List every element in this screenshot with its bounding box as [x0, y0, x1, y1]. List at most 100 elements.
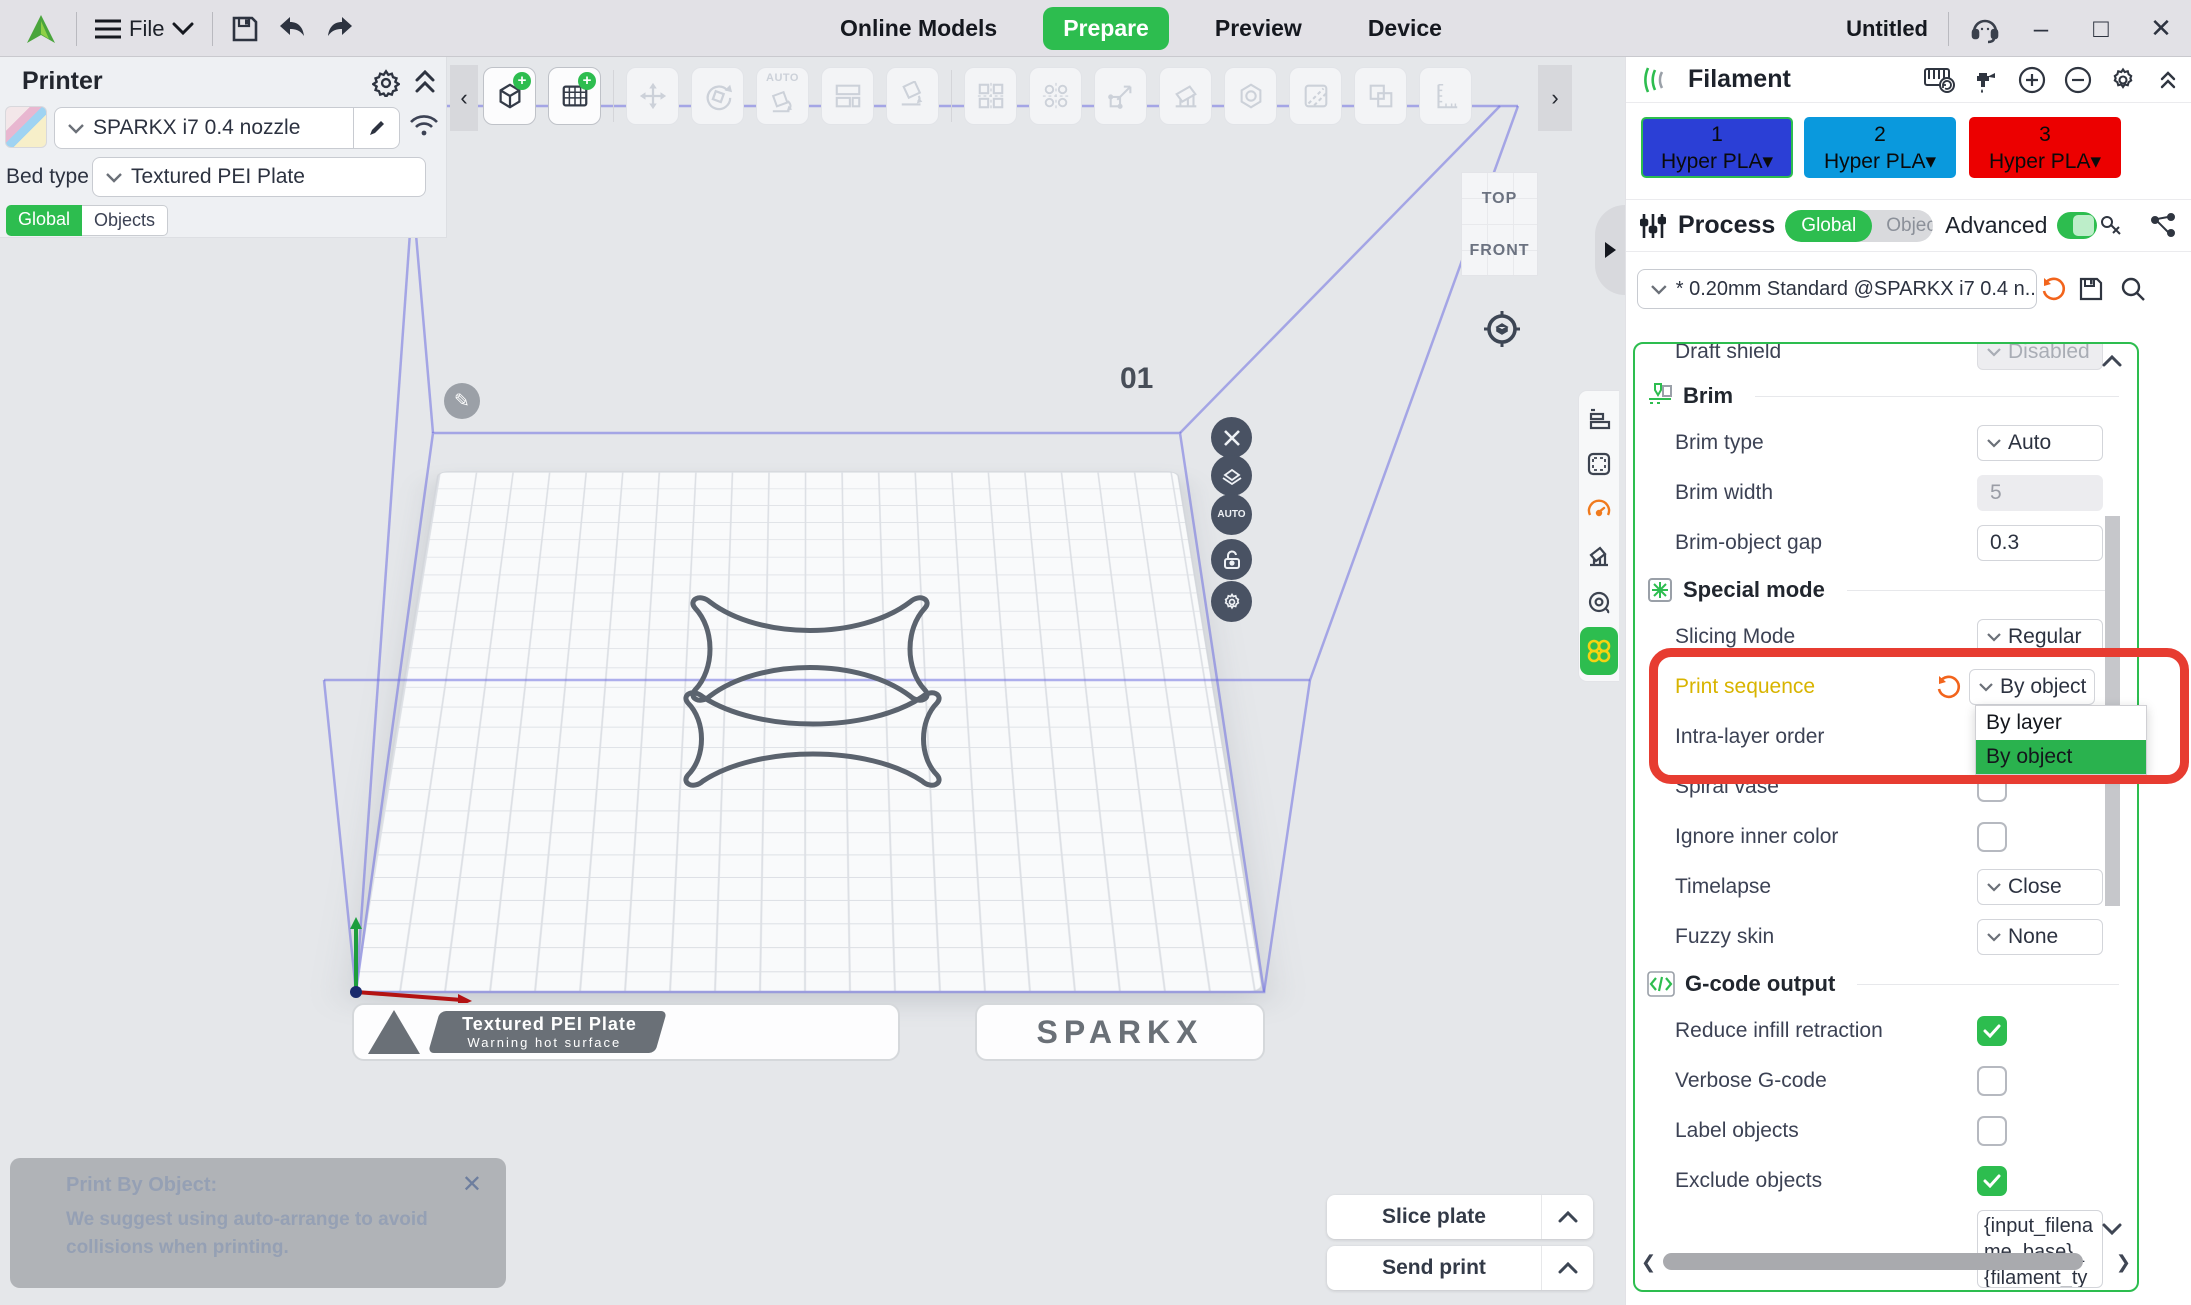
scroll-up-icon[interactable]: [2101, 354, 2123, 368]
save-button[interactable]: [231, 15, 259, 43]
label-objects-checkbox[interactable]: [1977, 1116, 2007, 1146]
title-bar: File Online Models Prepare Preview Devic…: [0, 0, 2191, 57]
tab-preview[interactable]: Preview: [1195, 7, 1322, 50]
printer-preset-select[interactable]: SPARKX i7 0.4 nozzle: [54, 107, 400, 149]
measure-tool-button: [1419, 67, 1472, 125]
scroll-down-icon[interactable]: [2101, 1222, 2123, 1236]
compare-presets-icon[interactable]: [2149, 212, 2177, 240]
build-plate[interactable]: [352, 471, 1264, 992]
tab-online-models[interactable]: Online Models: [820, 7, 1017, 50]
spiral-vase-checkbox[interactable]: [1977, 772, 2007, 802]
undo-button[interactable]: [277, 16, 307, 42]
collapse-panel-icon[interactable]: [414, 69, 436, 95]
view-cube-front-face[interactable]: FRONT: [1461, 242, 1538, 260]
plate-number-label: 01: [1120, 362, 1153, 396]
add-filament-icon[interactable]: [2017, 65, 2047, 95]
parameter-table-icon[interactable]: [2097, 212, 2125, 240]
divider: [613, 70, 614, 122]
orbit-target-icon[interactable]: [1482, 309, 1522, 349]
scroll-left-icon[interactable]: ❮: [1641, 1252, 1656, 1273]
category-quality-icon[interactable]: [1582, 397, 1616, 439]
popup-option-by-layer[interactable]: By layer: [1976, 706, 2146, 740]
tab-device[interactable]: Device: [1348, 7, 1462, 50]
reduce-infill-retraction-checkbox[interactable]: [1977, 1016, 2007, 1046]
reset-preset-icon[interactable]: [2040, 276, 2066, 302]
category-support-icon[interactable]: [1582, 535, 1616, 577]
edit-printer-icon[interactable]: [353, 108, 399, 148]
param-row-draft-shield: Draft shield Disabled: [1635, 342, 2137, 374]
printer-tab-objects[interactable]: Objects: [82, 205, 168, 236]
category-speed-icon[interactable]: [1582, 489, 1616, 531]
auto-orient-plate-button[interactable]: AUTO: [1211, 494, 1252, 535]
tab-prepare[interactable]: Prepare: [1043, 7, 1169, 50]
remove-filament-icon[interactable]: [2063, 65, 2093, 95]
filament-settings-gear-icon[interactable]: [2109, 66, 2137, 94]
view-cube[interactable]: TOP FRONT: [1461, 172, 1538, 276]
send-print-button[interactable]: Send print: [1327, 1246, 1593, 1290]
maximize-button[interactable]: □: [2081, 13, 2121, 44]
file-menu[interactable]: File: [95, 16, 194, 42]
expand-toolbar-right-handle[interactable]: ›: [1538, 65, 1572, 131]
reset-print-sequence-icon[interactable]: [1935, 674, 1961, 700]
brim-type-dropdown[interactable]: Auto: [1977, 425, 2103, 461]
verbose-gcode-checkbox[interactable]: [1977, 1066, 2007, 1096]
flush-filament-icon[interactable]: [1973, 66, 2001, 94]
lock-plate-button[interactable]: [1211, 539, 1252, 580]
timelapse-dropdown[interactable]: Close: [1977, 869, 2103, 905]
view-cube-top-face[interactable]: TOP: [1461, 190, 1538, 208]
filament-slot-2[interactable]: 2 Hyper PLA▾: [1804, 117, 1956, 178]
wifi-connection-icon[interactable]: [408, 113, 440, 139]
minimize-button[interactable]: –: [2021, 13, 2061, 44]
collapse-filament-icon[interactable]: [2159, 70, 2177, 90]
slice-plate-button[interactable]: Slice plate: [1327, 1195, 1593, 1239]
send-options-chevron-icon[interactable]: [1541, 1246, 1593, 1290]
delete-plate-button[interactable]: [1211, 417, 1252, 458]
popup-option-by-object[interactable]: By object: [1976, 740, 2146, 774]
save-preset-icon[interactable]: [2078, 276, 2104, 302]
print-sequence-dropdown[interactable]: By object: [1969, 669, 2095, 705]
ignore-inner-color-checkbox[interactable]: [1977, 822, 2007, 852]
slice-options-chevron-icon[interactable]: [1541, 1195, 1593, 1239]
param-row-brim-width: Brim width 5: [1635, 468, 2137, 518]
support-headset-icon[interactable]: [1969, 13, 2001, 45]
filament-slot-3[interactable]: 3 Hyper PLA▾: [1969, 117, 2121, 178]
add-plate-button[interactable]: +: [548, 67, 601, 125]
filename-format-input[interactable]: {input_filename_base}_{filament_typ: [1977, 1210, 2103, 1288]
brim-object-gap-input[interactable]: 0.3: [1977, 525, 2103, 561]
arrange-plate-button[interactable]: [1211, 455, 1252, 496]
edit-plate-name-icon[interactable]: ✎: [444, 383, 480, 419]
fuzzy-skin-dropdown[interactable]: None: [1977, 919, 2103, 955]
search-settings-icon[interactable]: [2120, 276, 2146, 302]
section-gcode-output: G-code output: [1635, 962, 2137, 1006]
process-preset-select[interactable]: * 0.20mm Standard @SPARKX i7 0.4 n...: [1637, 269, 2037, 309]
exclude-objects-checkbox[interactable]: [1977, 1166, 2007, 1196]
plate-settings-button[interactable]: [1211, 581, 1252, 622]
notification-close-icon[interactable]: ✕: [462, 1170, 482, 1199]
filament-slot-1[interactable]: 1 Hyper PLA▾: [1641, 117, 1793, 178]
bed-type-select[interactable]: Textured PEI Plate: [92, 157, 426, 197]
collapse-toolbar-left-handle[interactable]: ‹: [450, 65, 478, 131]
parameter-category-strip: [1578, 390, 1619, 682]
ams-sync-icon[interactable]: [1923, 65, 1957, 95]
brim-width-input[interactable]: 5: [1977, 475, 2103, 511]
process-tab-objects[interactable]: Objects: [1872, 210, 1933, 242]
merge-objects-button: [1354, 67, 1407, 125]
panel-expand-handle[interactable]: [1595, 205, 1625, 295]
printer-settings-gear-icon[interactable]: [372, 69, 400, 97]
category-multimaterial-icon[interactable]: [1580, 627, 1618, 675]
process-tab-global[interactable]: Global: [1785, 210, 1872, 242]
printer-tab-global[interactable]: Global: [6, 205, 82, 236]
scroll-right-icon[interactable]: ❯: [2116, 1252, 2131, 1273]
category-plate-icon[interactable]: [1582, 443, 1616, 485]
draft-shield-dropdown[interactable]: Disabled: [1977, 342, 2103, 370]
category-others-icon[interactable]: [1582, 581, 1616, 623]
viewport-3d[interactable]: ✎ 01 Textured PEI Plate Warning hot surf…: [0, 57, 1625, 1305]
redo-button[interactable]: [325, 16, 355, 42]
slicing-mode-dropdown[interactable]: Regular: [1977, 619, 2103, 655]
advanced-toggle[interactable]: [2057, 212, 2097, 239]
add-model-button[interactable]: +: [483, 67, 536, 125]
close-button[interactable]: ✕: [2141, 13, 2181, 44]
horizontal-scrollbar[interactable]: [1663, 1253, 2083, 1270]
divider: [76, 12, 77, 46]
auto-orient-button: AUTO: [756, 67, 809, 125]
